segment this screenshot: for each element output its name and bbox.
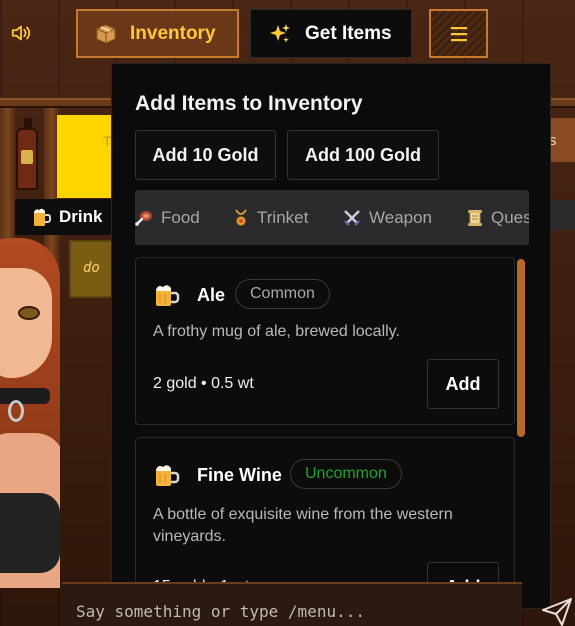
character-collar: [0, 388, 50, 404]
package-icon: [96, 23, 116, 44]
category-tab-label: Quest: [491, 207, 529, 227]
item-list-scrollbar[interactable]: [516, 257, 526, 597]
add-items-panel: Add Items to Inventory Add 10 Gold Add 1…: [111, 63, 551, 609]
item-name: Fine Wine: [197, 465, 282, 485]
speaker-icon[interactable]: [10, 22, 32, 44]
scroll-icon: [468, 209, 482, 226]
item-list: Ale Common A frothy mug of ale, brewed l…: [135, 257, 529, 597]
character-eye: [18, 306, 40, 320]
category-tab-label: Trinket: [257, 207, 309, 227]
character-face: [0, 268, 52, 378]
beer-mug-icon: [34, 208, 51, 226]
category-tab-weapon[interactable]: Weapon: [343, 190, 432, 245]
item-price-weight: 2 gold • 0.5 wt: [153, 375, 254, 392]
chat-input[interactable]: [62, 594, 522, 626]
item-name: Ale: [197, 285, 226, 305]
crossed-swords-icon: [344, 209, 360, 226]
add-100-gold-button[interactable]: Add 100 Gold: [287, 130, 439, 180]
rarity-badge: Common: [235, 279, 330, 309]
sparkles-icon: [270, 23, 290, 43]
meat-icon: [135, 210, 152, 226]
beer-mug-icon: [156, 465, 180, 486]
scrollbar-thumb[interactable]: [517, 259, 525, 437]
item-card-fine-wine: Fine Wine Uncommon A bottle of exquisite…: [135, 437, 515, 597]
inventory-label: Inventory: [130, 22, 216, 44]
category-tab-food[interactable]: Food: [135, 190, 200, 245]
scene-side-block: [550, 200, 575, 230]
panel-title: Add Items to Inventory: [135, 92, 363, 115]
top-bar: Inventory Get Items: [0, 0, 575, 66]
character-portrait: [0, 228, 60, 588]
beer-mug-icon: [156, 285, 180, 306]
bottle-decoration: [16, 118, 38, 190]
add-10-gold-button[interactable]: Add 10 Gold: [135, 130, 276, 180]
paper-plane-icon[interactable]: [540, 596, 574, 626]
rarity-badge: Uncommon: [290, 459, 402, 489]
scene-yellow-card: T: [57, 115, 117, 198]
add-item-button[interactable]: Add: [427, 359, 499, 409]
category-tab-drink[interactable]: Drink: [15, 199, 112, 235]
get-items-button[interactable]: Get Items: [250, 9, 412, 58]
hamburger-icon: [450, 26, 467, 41]
category-tab-trinket[interactable]: Trinket: [233, 190, 308, 245]
item-card-ale: Ale Common A frothy mug of ale, brewed l…: [135, 257, 515, 425]
inventory-button[interactable]: Inventory: [76, 9, 239, 58]
category-tab-label: Weapon: [369, 207, 433, 227]
character-clothing: [0, 493, 60, 573]
amulet-icon: [235, 208, 247, 226]
item-description: A frothy mug of ale, brewed locally.: [153, 323, 400, 340]
category-tab-label: Drink: [59, 207, 103, 226]
item-description: A bottle of exquisite wine from the west…: [153, 506, 453, 545]
character-collar-ring: [8, 400, 24, 422]
menu-button[interactable]: [429, 9, 488, 58]
category-tab-label: Food: [161, 207, 200, 227]
category-tab-quest[interactable]: Quest: [467, 190, 529, 245]
get-items-label: Get Items: [305, 22, 392, 44]
chat-bar: [62, 582, 522, 626]
category-tabs: Food Trinket Weapon Que: [135, 190, 529, 245]
